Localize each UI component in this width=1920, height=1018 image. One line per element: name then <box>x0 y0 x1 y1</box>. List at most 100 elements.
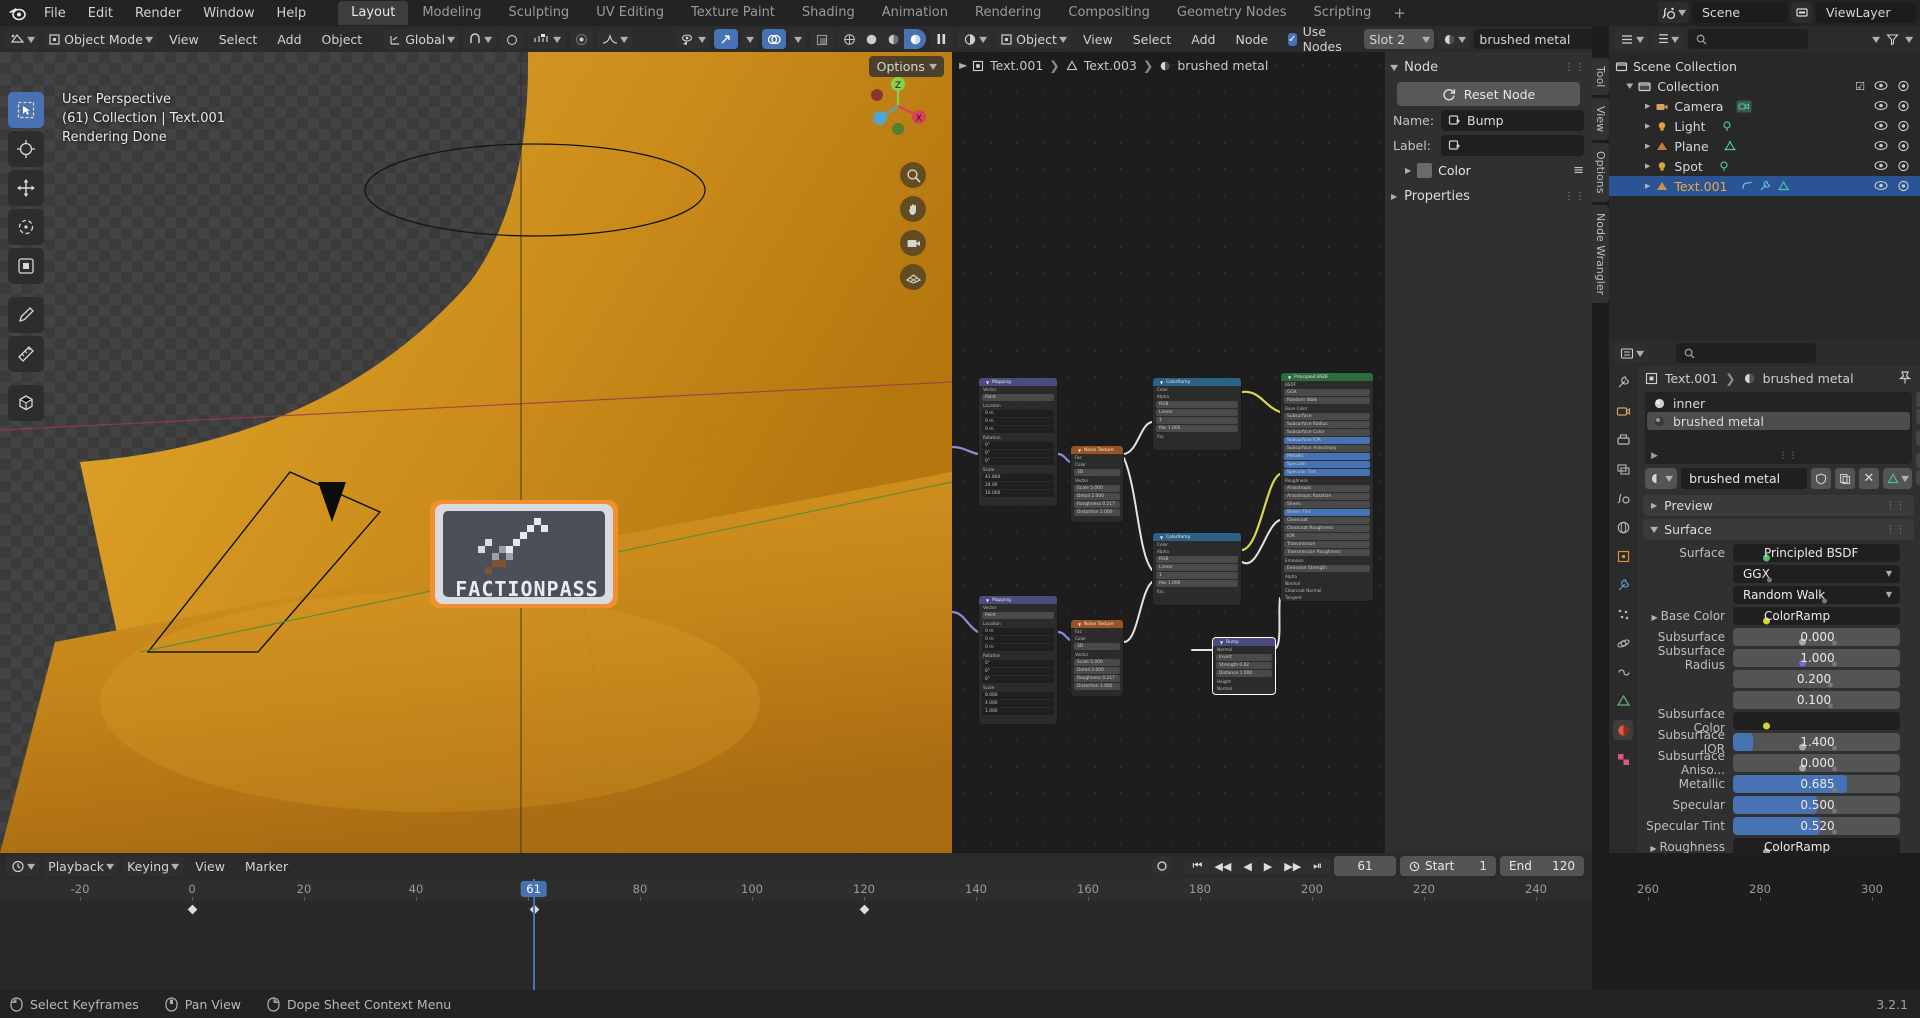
shader-node[interactable]: ▼MappingVectorPointLocation0 m0 m0 mRota… <box>978 595 1058 725</box>
node-field[interactable]: 0° <box>982 660 1054 667</box>
property-link[interactable]: ColorRamp <box>1733 838 1900 854</box>
node-field[interactable]: Roughness 0.217 <box>1074 675 1120 682</box>
node-field[interactable]: Clearcoat <box>1284 517 1370 524</box>
list-grip-icon[interactable]: ⋮⋮ <box>1779 451 1799 461</box>
node-field[interactable]: 41.800 <box>982 474 1054 481</box>
node-field[interactable]: Detail 2.000 <box>1074 493 1120 500</box>
blender-logo-icon[interactable] <box>6 3 28 23</box>
animation-icon[interactable] <box>1741 180 1754 192</box>
viewport-menu-object[interactable]: Object <box>314 30 371 49</box>
property-slider[interactable]: 0.000 <box>1733 628 1900 646</box>
navigation-gizmo[interactable]: Z X <box>866 74 930 138</box>
duplicate-material-button[interactable] <box>1835 468 1855 489</box>
shading-rendered-button[interactable] <box>904 29 926 49</box>
outliner-item-light[interactable]: ▶Light <box>1609 116 1920 136</box>
modifier-wrench-icon[interactable] <box>1759 180 1772 192</box>
toggle-orthographic-button[interactable] <box>900 264 926 290</box>
menu-edit[interactable]: Edit <box>78 3 123 24</box>
viewport-menu-select[interactable]: Select <box>211 30 266 49</box>
properties-tab-world[interactable] <box>1613 517 1633 537</box>
timeline-body[interactable]: -40-200204060801001201401601802002202402… <box>0 879 1592 990</box>
camera-data-icon[interactable] <box>1736 100 1752 113</box>
panel-grip-icon[interactable]: ⋮⋮ <box>1886 501 1906 511</box>
tab-texture-paint[interactable]: Texture Paint <box>678 1 788 25</box>
interaction-mode-selector[interactable]: Object Mode ▼ <box>43 29 157 49</box>
unlink-material-button[interactable]: ✕ <box>1859 468 1879 489</box>
node-field[interactable]: Roughness 0.217 <box>1074 501 1120 508</box>
tool-move[interactable] <box>8 170 44 206</box>
tab-compositing[interactable]: Compositing <box>1055 1 1163 25</box>
node-title[interactable]: ▼Principled BSDF <box>1281 373 1373 381</box>
add-material-slot-button[interactable]: + <box>1916 392 1920 407</box>
jump-start-icon[interactable]: ⏮ <box>1188 859 1208 873</box>
mesh-data-icon[interactable] <box>1722 140 1738 153</box>
node-field[interactable]: Subsurface IOR <box>1284 437 1370 444</box>
snap-toggle[interactable]: ▼ <box>463 29 496 49</box>
properties-tab-particles[interactable] <box>1613 604 1633 624</box>
properties-tab-material[interactable] <box>1613 720 1633 740</box>
chevron-right-icon[interactable]: ▶ <box>1405 166 1411 175</box>
camera-render-icon[interactable] <box>1897 120 1910 132</box>
play-reverse-icon[interactable]: ◀ <box>1238 860 1256 873</box>
node-title[interactable]: ▼Bump <box>1213 638 1275 646</box>
color-swatch[interactable] <box>1417 163 1432 178</box>
node-field[interactable]: 0 m <box>982 426 1054 433</box>
add-workspace-button[interactable]: + <box>1385 1 1414 25</box>
node-field[interactable]: Pos 1.000 <box>1156 580 1238 587</box>
properties-breadcrumb-material[interactable]: brushed metal <box>1763 371 1854 386</box>
property-slider[interactable]: 0.000 <box>1733 754 1900 772</box>
node-name-input[interactable]: Bump <box>1441 110 1584 131</box>
material-slot-item[interactable]: inner <box>1647 394 1910 412</box>
node-field[interactable]: Scale 5.000 <box>1074 659 1120 666</box>
material-specials-menu-button[interactable]: ▾ <box>1916 431 1920 446</box>
node-title[interactable]: ▼ColorRamp <box>1153 378 1241 386</box>
node-color-row[interactable]: ▶ Color ≡ <box>1405 159 1584 181</box>
node-field[interactable]: Anisotropic Rotation <box>1284 493 1370 500</box>
property-enum[interactable]: GGX▼ <box>1733 565 1900 583</box>
material-type-dropdown[interactable]: ▼ <box>1883 468 1912 489</box>
outliner-tree[interactable]: Scene Collection ▼ Collection ☑ ▶Camera▶… <box>1609 52 1920 340</box>
node-field[interactable]: Metallic <box>1284 453 1370 460</box>
reset-node-button[interactable]: Reset Node <box>1397 82 1580 106</box>
node-field[interactable]: Specular <box>1284 461 1370 468</box>
material-slot-item[interactable]: brushed metal <box>1647 412 1910 430</box>
keyframe-marker[interactable] <box>186 903 199 916</box>
node-field[interactable]: 3D <box>1074 643 1120 650</box>
shading-material-preview-button[interactable] <box>882 29 904 49</box>
editor-type-selector-3dview[interactable]: ▼ <box>5 29 39 49</box>
panel-grip-icon[interactable]: ⋮⋮ <box>1886 525 1906 535</box>
properties-tab-output[interactable] <box>1613 430 1633 450</box>
shader-tab-options[interactable]: Options <box>1592 143 1609 201</box>
node-field[interactable]: RGB <box>1156 556 1238 563</box>
snap-target-selector[interactable]: ▼ <box>528 29 565 49</box>
node-field[interactable]: Distortion 1.000 <box>1074 509 1120 516</box>
node-field[interactable]: 0° <box>982 668 1054 675</box>
properties-tab-scene[interactable] <box>1613 488 1633 508</box>
auto-keying-toggle[interactable] <box>1151 856 1173 876</box>
node-field[interactable]: Anisotropic <box>1284 485 1370 492</box>
properties-tab-view-layer[interactable] <box>1613 459 1633 479</box>
outliner-search-input[interactable] <box>1688 29 1808 49</box>
gizmo-options-dropdown[interactable]: ▼ <box>742 29 758 49</box>
viewlayer-browse-button[interactable] <box>1791 2 1813 23</box>
property-enum[interactable]: Random Walk▼ <box>1733 586 1900 604</box>
node-field[interactable]: Linear <box>1156 564 1238 571</box>
material-slot-list[interactable]: innerbrushed metal ▶ ⋮⋮ + − ▾ ▲ ▼ <box>1645 392 1912 464</box>
properties-tab-tool[interactable] <box>1613 372 1633 392</box>
move-slot-up-button[interactable]: ▲ <box>1916 453 1920 468</box>
node-field[interactable]: 0 m <box>982 628 1054 635</box>
proportional-falloff-selector[interactable]: ▼ <box>597 29 632 49</box>
properties-search-input[interactable] <box>1676 343 1816 363</box>
material-slot-selector[interactable]: Slot 2 ▼ <box>1364 29 1434 49</box>
camera-render-icon[interactable] <box>1897 80 1910 92</box>
pan-view-button[interactable] <box>900 196 926 222</box>
timeline-keying-menu[interactable]: Keying ▼ <box>122 856 183 876</box>
timeline-keyframe-track[interactable] <box>0 901 1592 990</box>
transform-orientation-selector[interactable]: Global ▼ <box>384 29 459 49</box>
node-field[interactable]: Subsurface Anisotropy <box>1284 445 1370 452</box>
properties-tab-object[interactable] <box>1613 546 1633 566</box>
node-properties-panel-header[interactable]: ▶ Properties ⋮⋮ <box>1391 185 1586 207</box>
property-slider[interactable]: 0.685 <box>1733 775 1900 793</box>
end-frame-field[interactable]: End 120 <box>1500 856 1584 876</box>
property-color[interactable] <box>1733 712 1900 730</box>
